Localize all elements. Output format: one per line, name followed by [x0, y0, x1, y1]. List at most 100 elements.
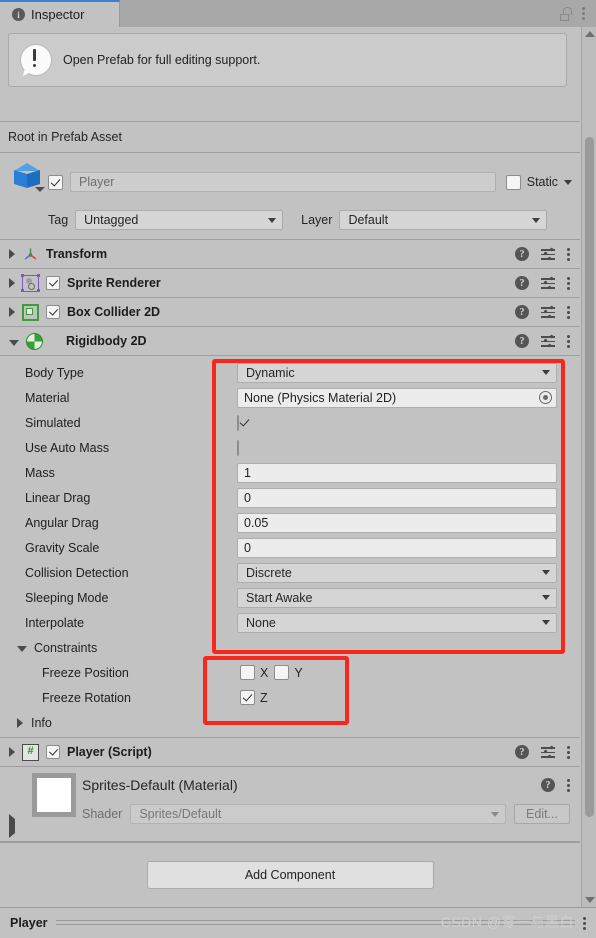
static-dropdown-icon[interactable] — [564, 179, 572, 185]
freeze-rotation-row: Freeze Rotation Z — [0, 685, 580, 710]
component-menu-icon[interactable] — [567, 247, 570, 261]
material-foldout-col — [6, 773, 26, 838]
simulated-checkbox[interactable] — [237, 414, 239, 431]
axis-y-label: Y — [294, 665, 303, 680]
info-foldout-row[interactable]: Info — [0, 710, 580, 735]
material-details: Sprites-Default (Material) ? Shader Spri… — [82, 773, 570, 824]
help-icon[interactable]: ? — [515, 276, 529, 290]
material-object-field[interactable]: None (Physics Material 2D) — [237, 387, 557, 408]
object-picker-icon[interactable] — [539, 391, 552, 404]
layer-dropdown[interactable]: Default — [339, 210, 548, 230]
shader-edit-button[interactable]: Edit... — [514, 804, 570, 824]
component-header-box-collider-2d[interactable]: Box Collider 2D ? — [0, 298, 580, 327]
freeze-rotation-z-checkbox[interactable] — [240, 690, 255, 705]
freeze-position-label: Freeze Position — [42, 665, 129, 680]
inspector-footer: Player CSDN @零一与黑白 — [0, 907, 596, 938]
info-label: Info — [31, 715, 52, 730]
sprite-renderer-enabled-checkbox[interactable] — [46, 276, 60, 290]
freeze-position-row: Freeze Position X Y — [0, 660, 580, 685]
component-menu-icon[interactable] — [567, 745, 570, 759]
foldout-icon[interactable] — [17, 646, 27, 652]
freeze-position-axes: X Y — [240, 665, 303, 680]
freeze-position-x-checkbox[interactable] — [240, 665, 255, 680]
box-collider-enabled-checkbox[interactable] — [46, 305, 60, 319]
inspector-scrollbar[interactable] — [581, 27, 596, 907]
component-header-rigidbody-2d[interactable]: Rigidbody 2D ? — [0, 327, 580, 356]
foldout-icon[interactable] — [17, 717, 23, 728]
inspector-menu-icon[interactable] — [582, 7, 585, 20]
preset-settings-icon[interactable] — [541, 744, 555, 759]
component-name: Player (Script) — [67, 745, 152, 759]
scroll-down-arrow-icon[interactable] — [585, 897, 595, 903]
property-row-angular-drag: Angular Drag 0.05 — [0, 510, 580, 535]
gameobject-enabled-checkbox[interactable] — [48, 174, 63, 190]
foldout-icon[interactable] — [9, 307, 15, 317]
component-menu-icon[interactable] — [567, 305, 570, 319]
preset-settings-icon[interactable] — [541, 246, 555, 261]
help-icon[interactable]: ? — [515, 334, 529, 348]
gameobject-name-input[interactable]: Player — [70, 172, 496, 192]
use-auto-mass-checkbox[interactable] — [237, 439, 239, 456]
player-script-enabled-checkbox[interactable] — [46, 745, 60, 759]
scroll-up-arrow-icon[interactable] — [585, 31, 595, 37]
static-toggle-group: Static — [505, 174, 572, 190]
tab-inspector[interactable]: i Inspector — [0, 0, 120, 27]
preset-settings-icon[interactable] — [541, 275, 555, 290]
component-header-sprite-renderer[interactable]: Sprite Renderer ? — [0, 269, 580, 298]
chevron-down-icon[interactable] — [35, 187, 45, 192]
property-row-collision-detection: Collision Detection Discrete — [0, 560, 580, 585]
collision-detection-dropdown[interactable]: Discrete — [237, 562, 557, 583]
property-row-sleeping-mode: Sleeping Mode Start Awake — [0, 585, 580, 610]
body-type-dropdown[interactable]: Dynamic — [237, 362, 557, 383]
add-component-button[interactable]: Add Component — [146, 861, 434, 889]
interpolate-value: None — [246, 615, 276, 630]
constraints-foldout-row[interactable]: Constraints — [0, 635, 580, 660]
shader-dropdown[interactable]: Sprites/Default — [130, 804, 506, 824]
prefab-cube-icon[interactable] — [8, 161, 48, 203]
mass-input[interactable]: 1 — [237, 462, 557, 483]
foldout-icon[interactable] — [9, 814, 15, 838]
static-checkbox[interactable] — [505, 174, 521, 190]
material-preview-swatch — [32, 773, 76, 817]
foldout-icon[interactable] — [9, 339, 19, 346]
component-header-transform[interactable]: Transform ? — [0, 240, 580, 269]
prefab-notice-text: Open Prefab for full editing support. — [63, 53, 261, 67]
help-icon[interactable]: ? — [515, 247, 529, 261]
tab-inspector-label: Inspector — [31, 7, 85, 22]
footer-menu-icon[interactable] — [583, 916, 586, 930]
component-menu-icon[interactable] — [567, 334, 570, 348]
foldout-icon[interactable] — [9, 747, 15, 757]
help-icon[interactable]: ? — [515, 745, 529, 759]
angular-drag-input[interactable]: 0.05 — [237, 512, 557, 533]
interpolate-dropdown[interactable]: None — [237, 612, 557, 633]
tag-dropdown[interactable]: Untagged — [75, 210, 284, 230]
foldout-icon[interactable] — [9, 249, 15, 259]
material-menu-icon[interactable] — [567, 778, 570, 792]
preset-settings-icon[interactable] — [541, 333, 555, 348]
freeze-position-y: Y — [274, 665, 303, 680]
linear-drag-input[interactable]: 0 — [237, 487, 557, 508]
gameobject-header: Player Static Tag Untagged Layer Default — [0, 153, 580, 240]
freeze-position-y-checkbox[interactable] — [274, 665, 290, 680]
gravity-scale-input[interactable]: 0 — [237, 537, 557, 558]
prefab-root-bar: Root in Prefab Asset — [0, 121, 580, 153]
component-header-player-script[interactable]: # Player (Script) ? — [0, 737, 580, 767]
property-row-linear-drag: Linear Drag 0 — [0, 485, 580, 510]
inspector-body: Open Prefab for full editing support. Ro… — [0, 27, 596, 907]
help-icon[interactable]: ? — [541, 778, 555, 792]
property-row-interpolate: Interpolate None — [0, 610, 580, 635]
scrollbar-thumb[interactable] — [585, 137, 594, 817]
sleeping-mode-dropdown[interactable]: Start Awake — [237, 587, 557, 608]
lock-open-icon[interactable] — [560, 6, 572, 21]
property-row-use-auto-mass: Use Auto Mass — [0, 435, 580, 460]
tabbar-actions — [560, 0, 596, 27]
preset-settings-icon[interactable] — [541, 304, 555, 319]
rigidbody-properties: Body Type Dynamic Material None (Physics… — [0, 356, 580, 737]
material-title-row: Sprites-Default (Material) ? — [82, 773, 570, 797]
foldout-icon[interactable] — [9, 278, 15, 288]
axis-z-label: Z — [260, 690, 268, 705]
help-icon[interactable]: ? — [515, 305, 529, 319]
axis-x-label: X — [260, 665, 269, 680]
component-menu-icon[interactable] — [567, 276, 570, 290]
inspector-tabbar: i Inspector — [0, 0, 596, 27]
